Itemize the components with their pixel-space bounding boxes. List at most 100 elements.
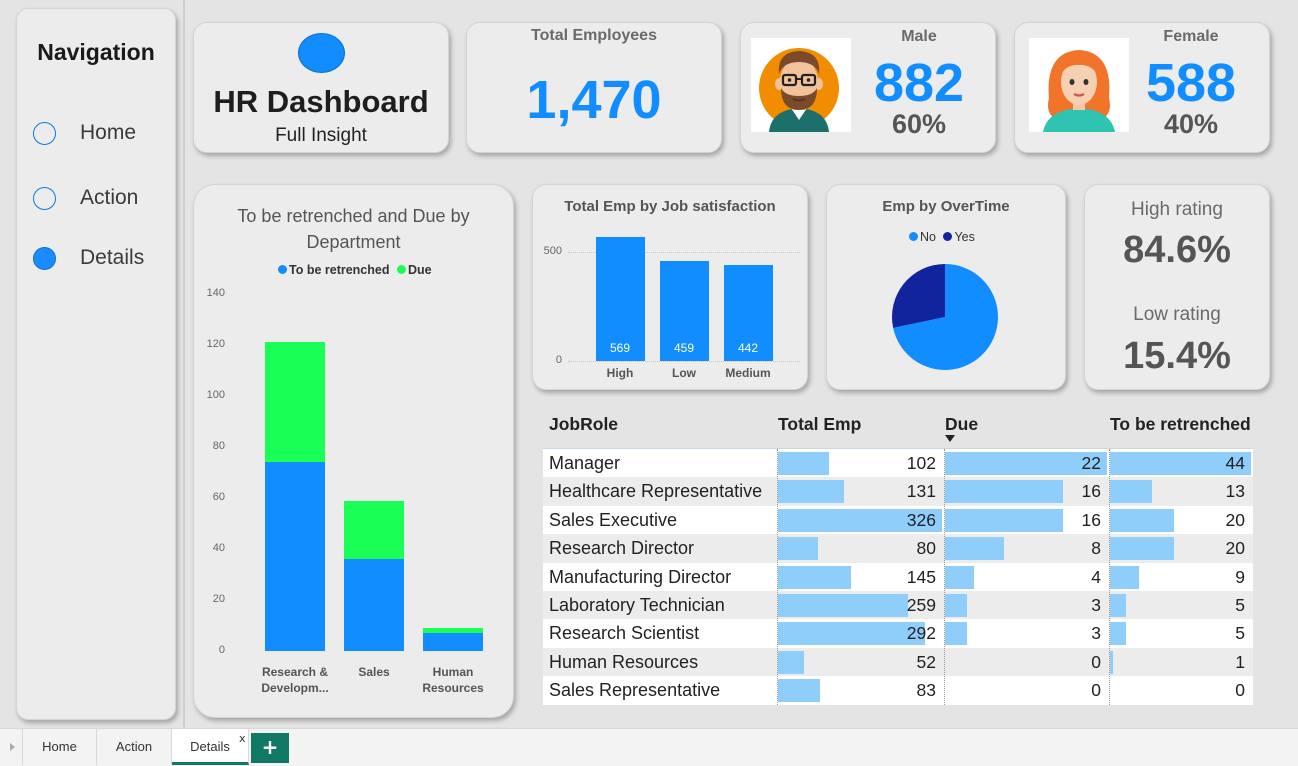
- page-title: HR Dashboard: [213, 84, 429, 119]
- bar-segment-retrenched[interactable]: [344, 559, 404, 651]
- cell-jobrole: Sales Executive: [549, 509, 678, 530]
- table-row[interactable]: Manufacturing Director 145 4 9: [543, 562, 1253, 591]
- data-bar: [1110, 508, 1175, 532]
- cell-due: 3: [945, 591, 1109, 619]
- pie-slice-yes[interactable]: [892, 264, 945, 328]
- cell-due: 8: [945, 534, 1109, 562]
- cell-value: 44: [1225, 453, 1245, 473]
- cell-value: 8: [1091, 538, 1101, 559]
- column-header-total-emp[interactable]: Total Emp: [778, 414, 861, 435]
- y-axis-tick-label: 0: [218, 644, 225, 656]
- cell-jobrole: Research Director: [549, 538, 695, 559]
- data-bar: [778, 594, 909, 617]
- bar-data-label: 569: [609, 341, 631, 355]
- nav-item-home[interactable]: Home: [33, 119, 173, 149]
- cell-value: 5: [1235, 595, 1245, 615]
- data-bar: [945, 480, 1063, 504]
- data-bar: [1110, 594, 1127, 617]
- bar-segment-retrenched[interactable]: [423, 633, 483, 651]
- x-axis-category-label: Low: [672, 366, 696, 380]
- table-row[interactable]: Laboratory Technician 259 3 5: [543, 591, 1253, 620]
- y-axis-tick-label: 40: [212, 542, 225, 554]
- close-tab-icon[interactable]: x: [239, 732, 246, 745]
- cell-total-emp: 80: [778, 534, 944, 562]
- low-rating-value: 15.4%: [1123, 335, 1231, 377]
- x-axis-category-label: Research & Developm...: [261, 665, 329, 695]
- bar-data-label: 442: [737, 341, 759, 355]
- column-header-to-be-retrenched[interactable]: To be retrenched: [1110, 414, 1251, 435]
- data-bar: [1110, 650, 1114, 674]
- add-page-button[interactable]: +: [251, 733, 289, 763]
- overtime-pie-chart: [892, 264, 998, 370]
- cell-due: 4: [945, 563, 1109, 591]
- table-row[interactable]: Sales Executive 326 16 20: [543, 505, 1253, 535]
- cell-to-be-retrenched: 20: [1110, 506, 1253, 534]
- rating-card: High rating 84.6% Low rating 15.4%: [1084, 184, 1270, 390]
- low-rating-label: Low rating: [1133, 304, 1221, 325]
- radio-circle-icon: [33, 187, 56, 210]
- bar-segment-retrenched[interactable]: [265, 462, 325, 651]
- cell-due: 3: [945, 619, 1109, 647]
- cell-jobrole: Manufacturing Director: [549, 566, 732, 587]
- cell-to-be-retrenched: 9: [1110, 563, 1253, 591]
- cell-due: 22: [945, 449, 1109, 477]
- data-bar: [1110, 622, 1127, 646]
- cell-due: 16: [945, 506, 1109, 534]
- column-divider: [944, 449, 945, 705]
- cell-to-be-retrenched: 44: [1110, 449, 1253, 477]
- legend-dot-icon: [396, 265, 406, 274]
- column-divider: [777, 449, 778, 705]
- table-row[interactable]: Manager 102 22 44: [543, 449, 1253, 478]
- cell-total-emp: 145: [778, 563, 944, 591]
- page-tab-action[interactable]: Action: [97, 729, 172, 765]
- navigation-title: Navigation: [37, 39, 155, 65]
- table-row[interactable]: Research Director 80 8 20: [543, 534, 1253, 563]
- female-avatar: [1029, 38, 1129, 132]
- female-label: Female: [1163, 28, 1219, 45]
- page-tab-details[interactable]: Details: [172, 729, 249, 765]
- table-row[interactable]: Research Scientist 292 3 5: [543, 619, 1253, 648]
- data-bar: [778, 565, 851, 589]
- table-row[interactable]: Sales Representative 83 0 0: [543, 676, 1253, 705]
- column-header-due[interactable]: Due: [945, 414, 978, 435]
- bar-segment-due[interactable]: [265, 342, 325, 463]
- data-bar: [945, 508, 1063, 532]
- bar-segment-due[interactable]: [344, 500, 404, 560]
- cell-value: 9: [1235, 566, 1245, 587]
- scroll-left-icon[interactable]: [10, 743, 15, 751]
- column-header-jobrole[interactable]: JobRole: [549, 414, 618, 435]
- nav-item-action[interactable]: Action: [33, 184, 173, 214]
- cell-total-emp: 102: [778, 449, 944, 477]
- cell-value: 326: [906, 509, 936, 530]
- y-axis-tick-label: 0: [555, 354, 562, 366]
- cell-value: 0: [1091, 651, 1101, 672]
- nav-item-details[interactable]: Details: [33, 244, 173, 274]
- cell-value: 0: [1235, 680, 1245, 701]
- logo-circle-icon: [298, 33, 345, 73]
- data-bar: [1110, 565, 1139, 589]
- sort-descending-icon[interactable]: [945, 435, 955, 442]
- cell-to-be-retrenched: 5: [1110, 591, 1253, 619]
- data-bar: [945, 594, 968, 617]
- total-employees-card: Total Employees 1,470: [466, 22, 722, 153]
- high-rating-value: 84.6%: [1123, 229, 1231, 271]
- job-satisfaction-title: Total Emp by Job satisfaction: [564, 198, 776, 215]
- cell-value: 145: [906, 566, 936, 587]
- cell-value: 131: [906, 481, 936, 502]
- page-tab-home[interactable]: Home: [22, 729, 97, 765]
- cell-to-be-retrenched: 20: [1110, 534, 1253, 562]
- data-bar: [778, 537, 819, 561]
- data-bar: [1110, 480, 1152, 504]
- data-bar: [945, 537, 1004, 561]
- cell-to-be-retrenched: 5: [1110, 619, 1253, 647]
- bar-segment-due[interactable]: [423, 628, 483, 634]
- y-axis-tick-label: 20: [212, 593, 225, 605]
- gridline: [568, 361, 800, 362]
- table-row[interactable]: Human Resources 52 0 1: [543, 647, 1253, 677]
- cell-total-emp: 83: [778, 676, 944, 704]
- cell-value: 80: [916, 538, 936, 559]
- cell-value: 52: [916, 651, 936, 672]
- jobrole-table: JobRole Total Emp Due To be retrenched M…: [543, 408, 1253, 708]
- cell-value: 259: [906, 595, 936, 615]
- table-row[interactable]: Healthcare Representative 131 16 13: [543, 477, 1253, 506]
